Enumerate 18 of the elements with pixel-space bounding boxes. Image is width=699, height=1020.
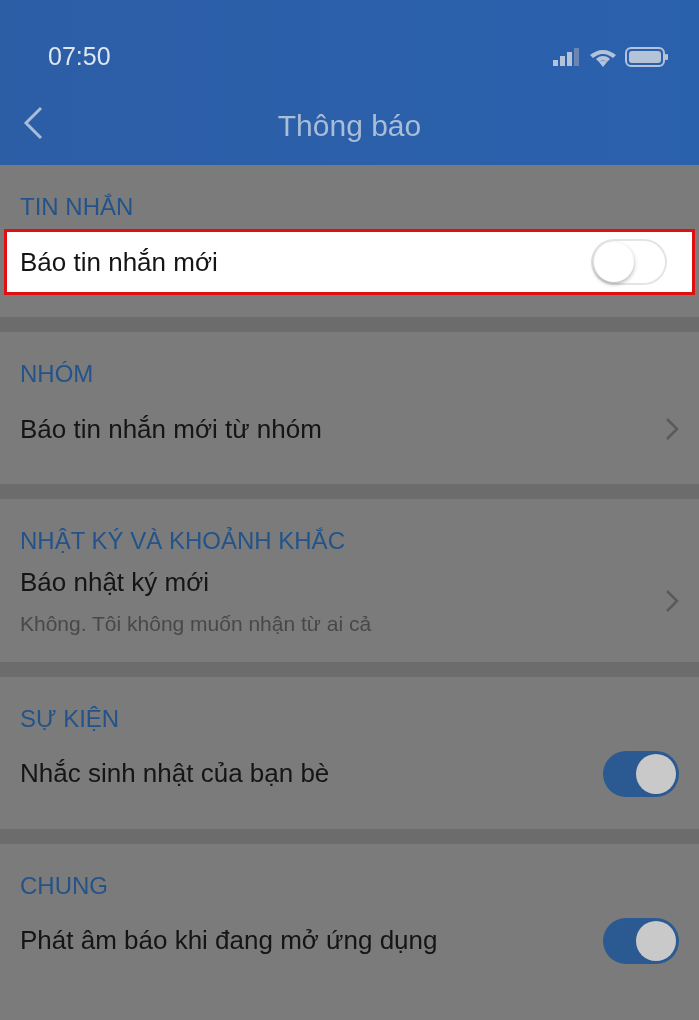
section-header: NHẬT KÝ VÀ KHOẢNH KHẮC — [19, 526, 346, 556]
setting-label: Nhắc sinh nhật của bạn bè — [20, 757, 330, 790]
section-header: NHÓM — [19, 359, 95, 389]
screen-title: Thông báo — [277, 107, 422, 144]
status-time: 07:50 — [48, 40, 111, 72]
section-header: TIN NHẮN — [19, 192, 135, 222]
battery-icon — [625, 46, 669, 67]
setting-label: Báo nhật ký mới — [20, 566, 211, 599]
setting-label: Báo tin nhắn mới — [20, 245, 218, 279]
section-header: SỰ KIỆN — [19, 703, 121, 734]
setting-label: Phát âm báo khi đang mở ứng dụng — [20, 924, 438, 957]
setting-label: Báo tin nhắn mới từ nhóm — [20, 412, 322, 446]
back-button[interactable] — [22, 105, 44, 141]
toggle-switch[interactable] — [603, 917, 679, 964]
section-header: CHUNG — [19, 870, 109, 901]
signal-icon — [553, 47, 581, 66]
toggle-switch[interactable] — [603, 750, 679, 797]
toggle-switch[interactable] — [591, 239, 667, 285]
